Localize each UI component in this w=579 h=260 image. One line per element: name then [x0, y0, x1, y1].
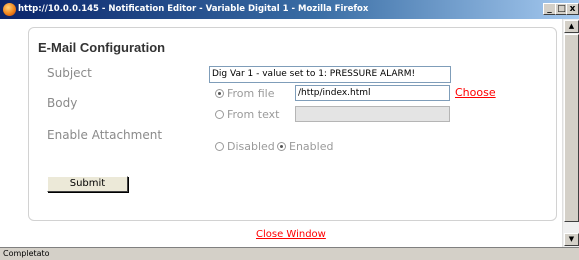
window-titlebar: http://10.0.0.145 - Notification Editor … — [0, 0, 579, 19]
body-text-input[interactable] — [295, 106, 450, 122]
section-title: E-Mail Configuration — [38, 40, 166, 55]
vertical-scrollbar[interactable]: ▲ ▼ — [562, 19, 579, 247]
subject-label: Subject — [47, 66, 92, 80]
file-path-input[interactable]: /http/index.html — [295, 85, 450, 101]
firefox-icon — [3, 3, 16, 16]
from-text-label: From text — [227, 108, 280, 121]
from-file-radio[interactable]: From file — [215, 87, 275, 100]
enabled-label: Enabled — [289, 140, 334, 153]
status-text: Completato — [3, 249, 50, 258]
attachment-label: Enable Attachment — [47, 128, 163, 142]
radio-selected-icon — [215, 88, 224, 98]
close-window-button[interactable]: x — [566, 3, 579, 15]
status-bar: Completato — [0, 247, 579, 260]
scrollbar-thumb[interactable] — [564, 34, 579, 222]
scroll-up-icon[interactable]: ▲ — [564, 20, 579, 33]
subject-input[interactable]: Dig Var 1 - value set to 1: PRESSURE ALA… — [209, 66, 451, 83]
attachment-enabled-radio[interactable]: Enabled — [277, 140, 333, 153]
window-title: http://10.0.0.145 - Notification Editor … — [18, 4, 369, 14]
from-file-label: From file — [227, 87, 275, 100]
from-text-radio[interactable]: From text — [215, 108, 279, 121]
radio-unselected-icon — [215, 141, 224, 151]
page-content: E-Mail Configuration Subject Dig Var 1 -… — [0, 19, 562, 247]
close-window-link[interactable]: Close Window — [256, 229, 326, 240]
email-config-panel: E-Mail Configuration Subject Dig Var 1 -… — [28, 27, 557, 221]
radio-selected-icon — [277, 141, 286, 151]
submit-button[interactable]: Submit — [47, 176, 128, 192]
attachment-disabled-radio[interactable]: Disabled — [215, 140, 275, 153]
disabled-label: Disabled — [227, 140, 275, 153]
choose-link[interactable]: Choose — [455, 86, 496, 99]
scroll-down-icon[interactable]: ▼ — [564, 233, 579, 246]
body-label: Body — [47, 96, 78, 110]
radio-unselected-icon — [215, 109, 224, 119]
